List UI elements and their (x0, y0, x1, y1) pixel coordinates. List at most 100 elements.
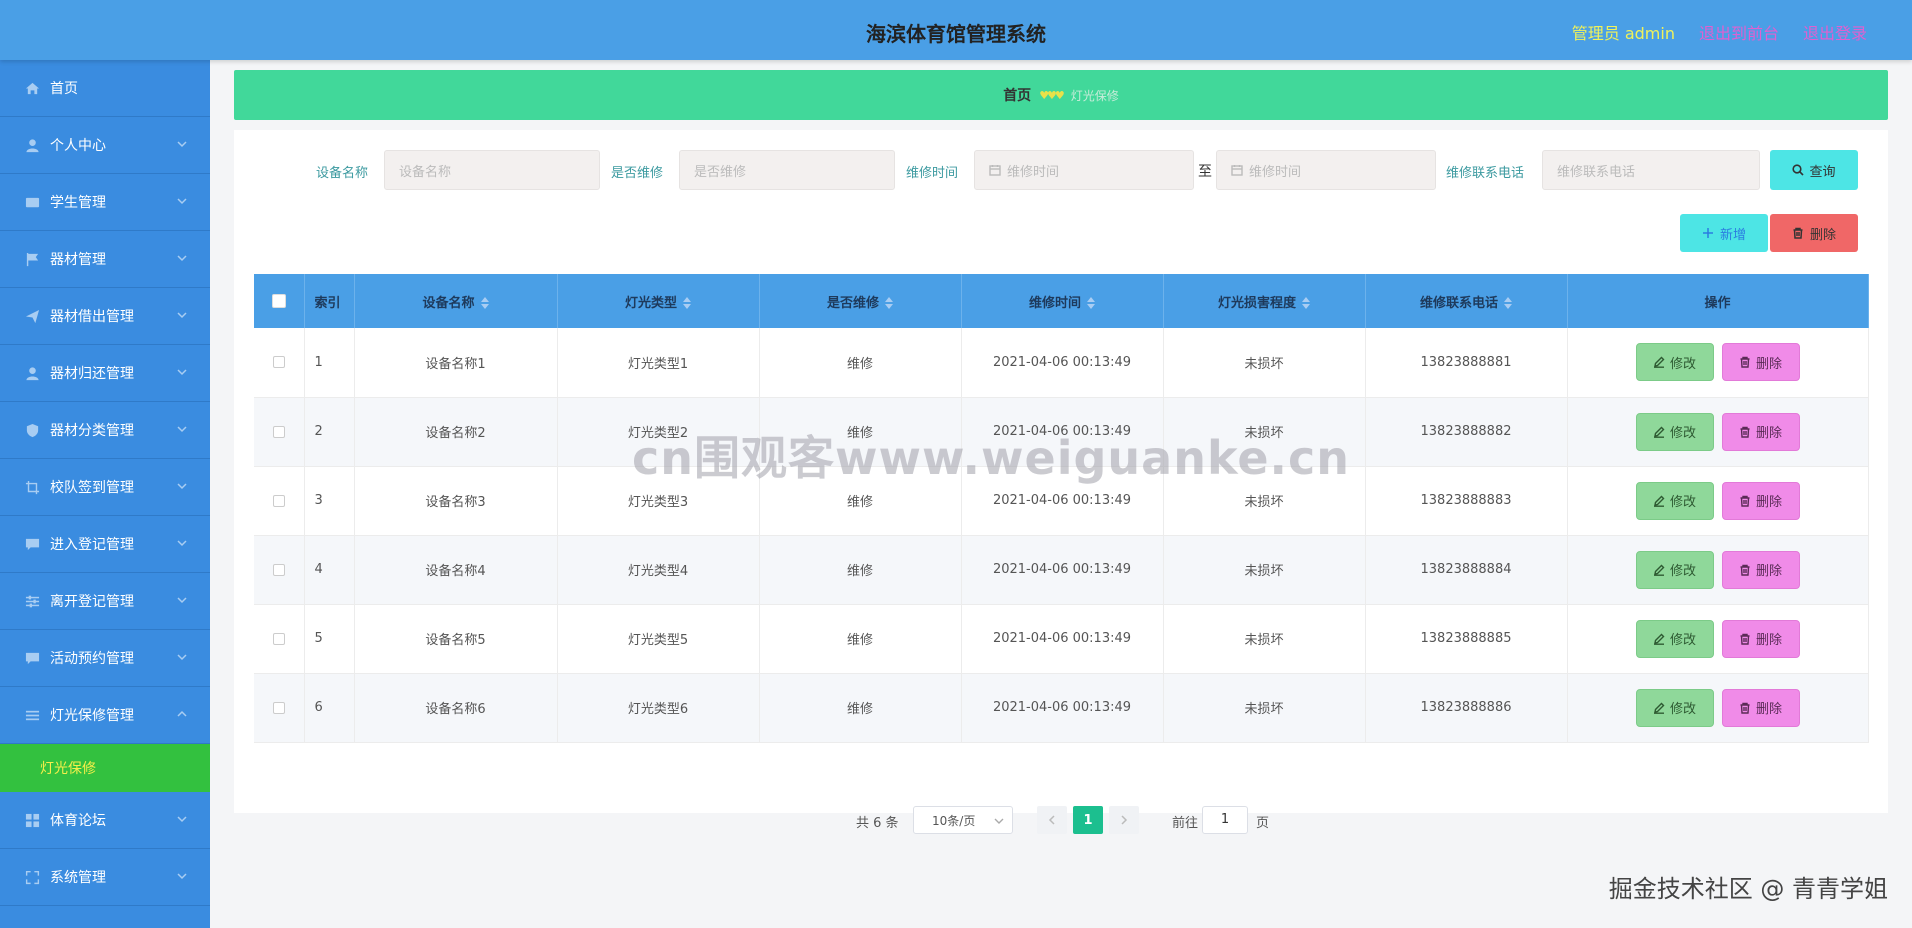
table-row: 6 设备名称6 灯光类型6 维修 2021-04-06 00:13:49 未损坏… (254, 673, 1869, 743)
sidebar-item-system[interactable]: 系统管理 (0, 849, 210, 906)
delete-button[interactable]: 删除 (1721, 619, 1800, 658)
sidebar-item-exit-register[interactable]: 离开登记管理 (0, 573, 210, 630)
row-select-cell (254, 466, 305, 536)
chevron-left-icon (1048, 815, 1055, 825)
goto-page-input[interactable]: 1 (1202, 806, 1248, 834)
breadcrumb: 首页 ♥♥♥ 灯光保修 (234, 70, 1888, 120)
logout-link[interactable]: 退出登录 (1803, 20, 1867, 44)
column-header-phone[interactable]: 维修联系电话 (1365, 274, 1568, 328)
cell-actions: 修改 删除 (1567, 673, 1869, 743)
sort-icon[interactable] (683, 297, 691, 309)
row-select-cell (254, 604, 305, 674)
chevron-down-icon (176, 870, 188, 882)
delete-button[interactable]: 删除 (1721, 688, 1800, 727)
cell-light-type: 灯光类型6 (557, 673, 760, 743)
sort-icon[interactable] (1302, 297, 1310, 309)
breadcrumb-home[interactable]: 首页 (1003, 85, 1031, 105)
select-all-checkbox[interactable] (271, 294, 286, 308)
page-size-select[interactable]: 10条/页 (913, 806, 1013, 834)
search-bar: 设备名称 设备名称 是否维修 是否维修 维修时间 维修时间 至 维修时间 维修联… (234, 150, 1888, 190)
main-content: 首页 ♥♥♥ 灯光保修 设备名称 设备名称 是否维修 是否维修 维修时间 维修时… (234, 70, 1888, 834)
delete-button[interactable]: 删除 (1721, 550, 1800, 589)
chevron-down-icon (176, 651, 188, 663)
sidebar-item-team-checkin[interactable]: 校队签到管理 (0, 459, 210, 516)
repair-time-start-picker[interactable]: 维修时间 (974, 150, 1194, 190)
edit-button[interactable]: 修改 (1635, 550, 1714, 589)
calendar-icon (1231, 164, 1243, 176)
column-header-light-type[interactable]: 灯光类型 (557, 274, 760, 328)
repair-phone-input[interactable]: 维修联系电话 (1542, 150, 1760, 190)
cell-device-name: 设备名称1 (354, 328, 558, 398)
footer-watermark: 掘金技术社区 @ 青青学姐 (1608, 875, 1888, 903)
row-checkbox[interactable] (272, 494, 285, 507)
sort-icon[interactable] (885, 297, 893, 309)
sort-icon[interactable] (480, 297, 489, 309)
trash-icon (1740, 702, 1750, 714)
delete-button[interactable]: 删除 (1721, 343, 1800, 382)
admin-label: 管理员 admin (1571, 24, 1675, 43)
table-header-row: 索引 设备名称 灯光类型 是否维修 维修时间 灯光损害程度 维修联系电话 操作 (254, 274, 1869, 328)
pagination: 共 6 条 10条/页 1 前往 1 页 (234, 806, 1888, 836)
sidebar-item-label: 器材归还管理 (50, 366, 134, 382)
repair-input[interactable]: 是否维修 (679, 150, 895, 190)
person-icon (24, 365, 40, 381)
back-to-front-link[interactable]: 退出到前台 (1699, 20, 1779, 44)
chevron-up-icon (176, 708, 188, 720)
row-checkbox[interactable] (272, 563, 285, 576)
edit-button[interactable]: 修改 (1635, 619, 1714, 658)
cell-repair: 维修 (759, 673, 962, 743)
column-header-repair[interactable]: 是否维修 (759, 274, 962, 328)
row-checkbox[interactable] (272, 356, 285, 369)
prev-page-button[interactable] (1037, 806, 1067, 834)
sidebar-item-equipment-return[interactable]: 器材归还管理 (0, 345, 210, 402)
repair-time-end-picker[interactable]: 维修时间 (1216, 150, 1436, 190)
chevron-down-icon (176, 195, 188, 207)
add-button[interactable]: 新增 (1680, 214, 1768, 252)
column-header-index: 索引 (304, 274, 355, 328)
sidebar-item-label: 灯光保修管理 (50, 708, 134, 724)
pagination-total: 共 6 条 (856, 816, 899, 831)
table-row: 5 设备名称5 灯光类型5 维修 2021-04-06 00:13:49 未损坏… (254, 604, 1869, 674)
edit-button[interactable]: 修改 (1635, 343, 1714, 382)
row-checkbox[interactable] (272, 701, 285, 714)
sort-icon[interactable] (1087, 297, 1095, 309)
sidebar-item-profile[interactable]: 个人中心 (0, 117, 210, 174)
sidebar-item-light-repair[interactable]: 灯光保修管理 (0, 687, 210, 744)
sidebar-item-equipment[interactable]: 器材管理 (0, 231, 210, 288)
sidebar-item-entry-register[interactable]: 进入登记管理 (0, 516, 210, 573)
table-row: 3 设备名称3 灯光类型3 维修 2021-04-06 00:13:49 未损坏… (254, 466, 1869, 536)
sidebar-item-sports-forum[interactable]: 体育论坛 (0, 792, 210, 849)
sort-icon[interactable] (1504, 297, 1512, 309)
query-button[interactable]: 查询 (1770, 150, 1858, 190)
next-page-button[interactable] (1109, 806, 1139, 834)
column-header-label: 灯光损害程度 (1217, 295, 1296, 311)
column-header-damage[interactable]: 灯光损害程度 (1163, 274, 1366, 328)
edit-button[interactable]: 修改 (1635, 688, 1714, 727)
breadcrumb-current: 灯光保修 (1070, 88, 1119, 103)
page-number-current[interactable]: 1 (1073, 806, 1103, 834)
edit-button[interactable]: 修改 (1635, 481, 1714, 520)
sidebar-item-equipment-category[interactable]: 器材分类管理 (0, 402, 210, 459)
cell-index: 5 (304, 604, 355, 674)
column-header-device-name[interactable]: 设备名称 (354, 274, 558, 328)
sidebar-item-activity-booking[interactable]: 活动预约管理 (0, 630, 210, 687)
trash-icon (1740, 426, 1750, 438)
delete-button[interactable]: 删除 (1721, 481, 1800, 520)
row-checkbox[interactable] (272, 425, 285, 438)
row-checkbox[interactable] (272, 632, 285, 645)
add-button-label: 新增 (1719, 227, 1746, 243)
device-name-input[interactable]: 设备名称 (384, 150, 600, 190)
sidebar-item-students[interactable]: 学生管理 (0, 174, 210, 231)
delete-button[interactable]: 删除 (1721, 412, 1800, 451)
batch-delete-button[interactable]: 删除 (1770, 214, 1858, 252)
sidebar-item-home[interactable]: 首页 (0, 60, 210, 117)
repair-time-start-placeholder: 维修时间 (1007, 164, 1060, 180)
goto-label: 前往 (1172, 816, 1199, 831)
column-header-repair-time[interactable]: 维修时间 (961, 274, 1164, 328)
edit-button[interactable]: 修改 (1635, 412, 1714, 451)
sidebar-subitem-light-repair[interactable]: 灯光保修 (0, 744, 210, 792)
picture-icon (24, 194, 40, 210)
chevron-down-icon (176, 252, 188, 264)
repair-phone-placeholder: 维修联系电话 (1557, 164, 1636, 180)
sidebar-item-equipment-lend[interactable]: 器材借出管理 (0, 288, 210, 345)
